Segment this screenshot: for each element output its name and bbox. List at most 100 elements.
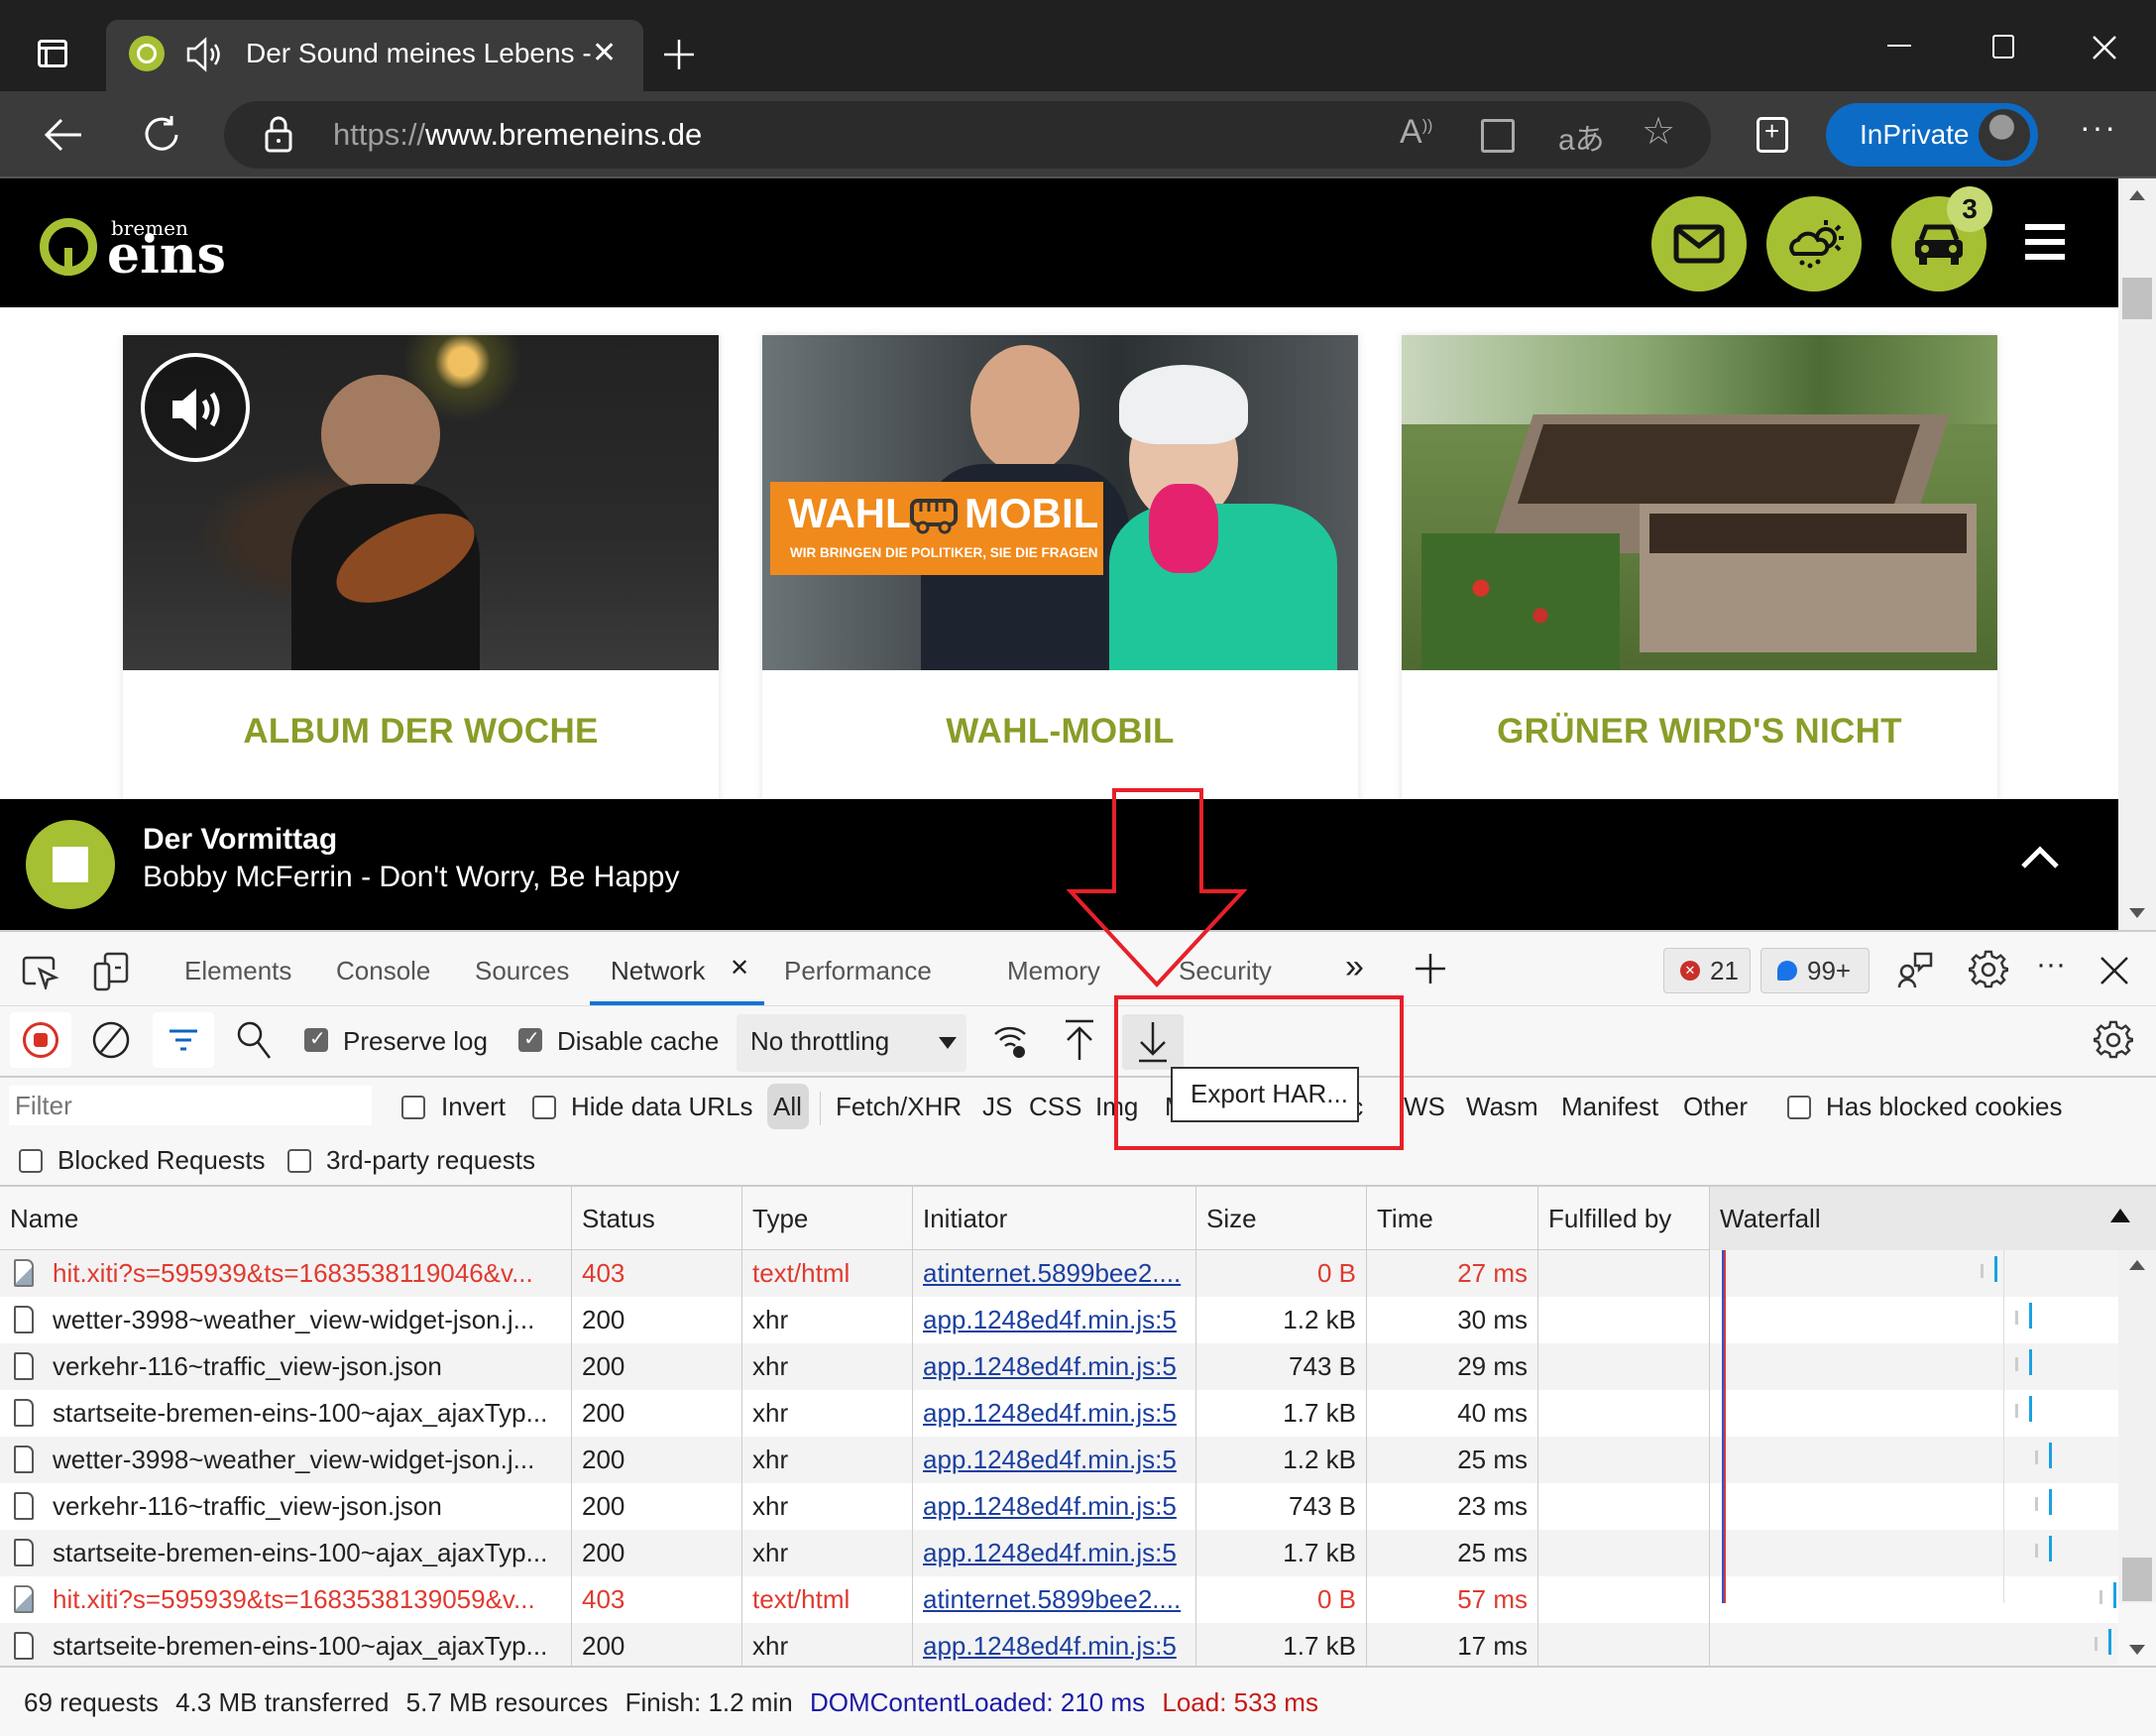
translate-icon[interactable]: aあ: [1558, 115, 1605, 159]
weather-button[interactable]: [1766, 196, 1862, 291]
invert-checkbox[interactable]: [401, 1096, 425, 1119]
network-conditions-icon[interactable]: [991, 1020, 1031, 1062]
table-scroll-thumb[interactable]: [2122, 1558, 2152, 1601]
scroll-up-icon[interactable]: [2129, 190, 2145, 200]
preserve-log-label[interactable]: Preserve log: [343, 1026, 488, 1057]
more-icon[interactable]: ···: [2080, 109, 2117, 146]
new-tab-icon[interactable]: [662, 38, 696, 71]
type-filter-all[interactable]: All: [773, 1092, 802, 1122]
type-filter-other[interactable]: Other: [1683, 1092, 1748, 1122]
more-tabs-icon[interactable]: »: [1345, 948, 1364, 986]
stop-button[interactable]: [26, 820, 115, 909]
cell-initiator[interactable]: atinternet.5899bee2....: [913, 1250, 1196, 1297]
throttling-select[interactable]: No throttling: [737, 1014, 966, 1072]
inprivate-button[interactable]: InPrivate: [1826, 103, 2038, 167]
back-icon[interactable]: [44, 117, 83, 153]
omnibox[interactable]: https://www.bremeneins.de A)) aあ ☆: [224, 101, 1711, 169]
hide-data-urls-checkbox[interactable]: [532, 1096, 556, 1119]
type-filter-wasm[interactable]: Wasm: [1466, 1092, 1538, 1122]
invert-label[interactable]: Invert: [441, 1092, 506, 1122]
close-tab-icon[interactable]: ✕: [592, 36, 617, 70]
preserve-log-checkbox[interactable]: [304, 1026, 328, 1052]
page-scrollbar[interactable]: [2118, 178, 2156, 930]
table-scrollbar[interactable]: [2118, 1250, 2156, 1655]
disable-cache-label[interactable]: Disable cache: [557, 1026, 719, 1057]
card-album-der-woche[interactable]: ALBUM DER WOCHE: [123, 335, 719, 831]
table-scroll-up-icon[interactable]: [2129, 1260, 2145, 1270]
card-image-wahl-mobil[interactable]: WAHL MOBIL WIR BRINGEN DIE POLITIKER, SI…: [762, 335, 1358, 670]
settings-gear-icon[interactable]: [1969, 950, 2008, 989]
table-row[interactable]: verkehr-116~traffic_view-json.json 200 xhr…: [0, 1483, 2118, 1530]
profile-avatar[interactable]: [1979, 109, 2030, 161]
close-devtools-icon[interactable]: [2099, 956, 2129, 985]
cell-initiator[interactable]: app.1248ed4f.min.js:5: [913, 1483, 1196, 1530]
cell-initiator[interactable]: app.1248ed4f.min.js:5: [913, 1437, 1196, 1483]
add-tool-icon[interactable]: [1414, 952, 1447, 985]
inspect-element-icon[interactable]: [22, 956, 59, 989]
devtools-more-icon[interactable]: ···: [2036, 948, 2066, 982]
column-header-time[interactable]: Time: [1367, 1187, 1538, 1250]
search-icon[interactable]: [236, 1020, 272, 1060]
browser-tab-active[interactable]: Der Sound meines Lebens - ✕: [106, 20, 643, 91]
maximize-icon[interactable]: [1992, 35, 2014, 58]
sidebar-toggle-icon[interactable]: [38, 40, 67, 67]
card-image-garden[interactable]: [1402, 335, 1997, 670]
blocked-requests-label[interactable]: Blocked Requests: [57, 1145, 266, 1176]
column-header-status[interactable]: Status: [572, 1187, 742, 1250]
column-header-waterfall[interactable]: Waterfall: [1710, 1187, 2156, 1250]
table-row[interactable]: hit.xiti?s=595939&ts=1683538139059&v... 4…: [0, 1576, 2118, 1623]
chevron-up-icon[interactable]: [2020, 845, 2060, 870]
feedback-icon[interactable]: [1895, 950, 1935, 989]
column-header-fulfilled-by[interactable]: Fulfilled by: [1538, 1187, 1710, 1250]
collections-icon[interactable]: +: [1757, 116, 1788, 153]
card-title[interactable]: WAHL-MOBIL: [762, 712, 1358, 752]
column-header-name[interactable]: Name: [0, 1187, 572, 1250]
has-blocked-cookies-checkbox[interactable]: [1787, 1096, 1811, 1119]
table-row[interactable]: startseite-bremen-eins-100~ajax_ajaxTyp.…: [0, 1530, 2118, 1576]
cell-initiator[interactable]: app.1248ed4f.min.js:5: [913, 1530, 1196, 1576]
type-filter-js[interactable]: JS: [982, 1092, 1012, 1122]
refresh-icon[interactable]: [142, 115, 181, 155]
cell-initiator[interactable]: app.1248ed4f.min.js:5: [913, 1390, 1196, 1437]
table-row[interactable]: startseite-bremen-eins-100~ajax_ajaxTyp.…: [0, 1390, 2118, 1437]
tab-console[interactable]: Console: [336, 956, 430, 986]
table-scroll-down-icon[interactable]: [2129, 1645, 2145, 1655]
lock-icon[interactable]: [264, 115, 293, 153]
audio-play-button[interactable]: [141, 353, 250, 462]
clear-icon[interactable]: [91, 1020, 131, 1060]
traffic-button[interactable]: 3: [1891, 186, 1992, 291]
blocked-requests-checkbox[interactable]: [19, 1149, 43, 1173]
card-wahl-mobil[interactable]: WAHL MOBIL WIR BRINGEN DIE POLITIKER, SI…: [762, 335, 1358, 831]
card-image-concert[interactable]: [123, 335, 719, 670]
disable-cache-checkbox[interactable]: [518, 1026, 542, 1052]
column-header-initiator[interactable]: Initiator: [913, 1187, 1196, 1250]
tab-sources[interactable]: Sources: [475, 956, 569, 986]
cell-initiator[interactable]: app.1248ed4f.min.js:5: [913, 1297, 1196, 1343]
type-filter-css[interactable]: CSS: [1029, 1092, 1081, 1122]
tab-elements[interactable]: Elements: [184, 956, 291, 986]
card-title[interactable]: GRÜNER WIRD'S NICHT: [1402, 712, 1997, 752]
errors-count-button[interactable]: ✕ 21: [1663, 948, 1751, 993]
table-row[interactable]: startseite-bremen-eins-100~ajax_ajaxTyp.…: [0, 1623, 2118, 1670]
type-filter-fetch-xhr[interactable]: Fetch/XHR: [836, 1092, 962, 1122]
scroll-down-icon[interactable]: [2129, 908, 2145, 918]
audio-playing-icon[interactable]: [185, 36, 225, 73]
mail-button[interactable]: [1651, 196, 1747, 291]
card-title[interactable]: ALBUM DER WOCHE: [123, 712, 719, 752]
add-favorite-icon[interactable]: ☆: [1642, 109, 1675, 154]
table-row[interactable]: wetter-3998~weather_view-widget-json.j..…: [0, 1297, 2118, 1343]
network-settings-gear-icon[interactable]: [2094, 1020, 2133, 1060]
tab-performance[interactable]: Performance: [784, 956, 932, 986]
has-blocked-cookies-label[interactable]: Has blocked cookies: [1826, 1092, 2062, 1122]
close-window-icon[interactable]: [2092, 35, 2117, 60]
minimize-icon[interactable]: [1887, 45, 1911, 47]
read-aloud-icon[interactable]: A)): [1400, 113, 1432, 152]
filter-input[interactable]: [9, 1086, 372, 1125]
tab-network[interactable]: Network: [611, 956, 705, 986]
cell-initiator[interactable]: app.1248ed4f.min.js:5: [913, 1343, 1196, 1390]
table-row[interactable]: verkehr-116~traffic_view-json.json 200 xhr…: [0, 1343, 2118, 1390]
record-button[interactable]: [10, 1012, 71, 1068]
cell-initiator[interactable]: atinternet.5899bee2....: [913, 1576, 1196, 1623]
type-filter-ws[interactable]: WS: [1404, 1092, 1445, 1122]
card-gruener-wirds-nicht[interactable]: GRÜNER WIRD'S NICHT: [1402, 335, 1997, 831]
